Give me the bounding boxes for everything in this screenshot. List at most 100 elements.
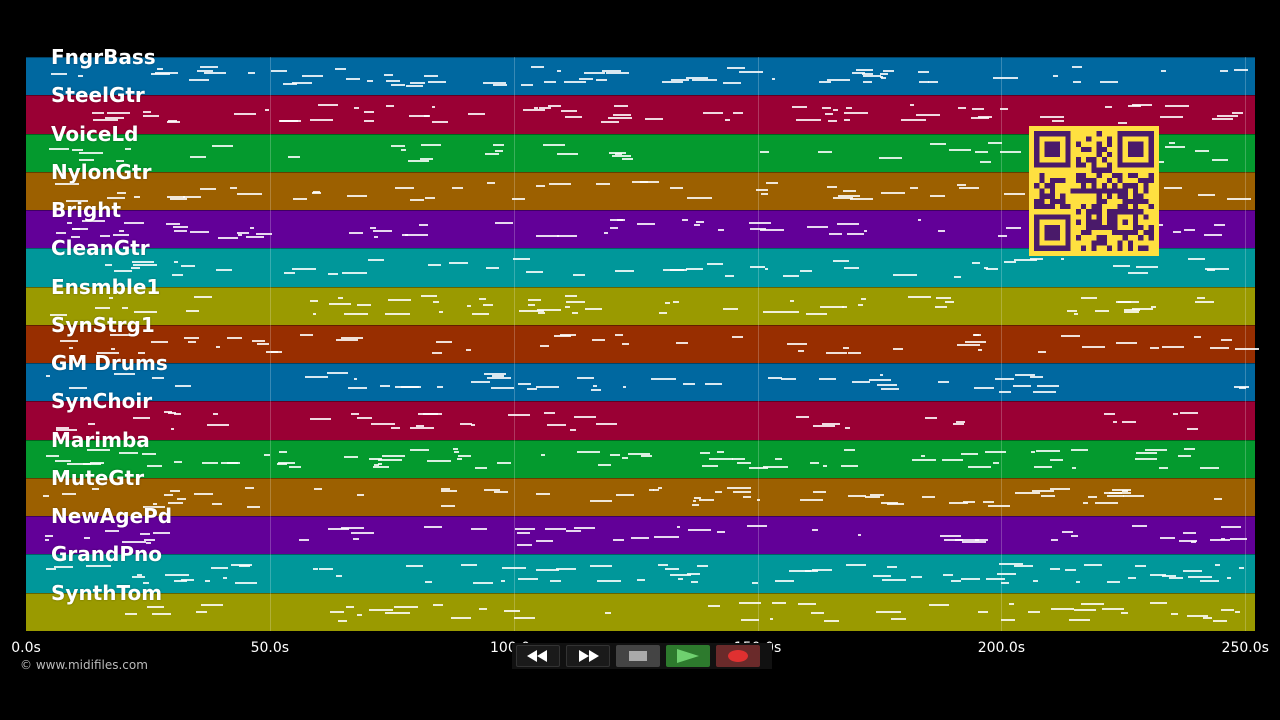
note-mark bbox=[372, 230, 393, 233]
note-mark bbox=[384, 73, 394, 76]
note-mark bbox=[467, 305, 471, 308]
note-mark bbox=[985, 578, 1006, 581]
note-mark bbox=[799, 269, 813, 272]
note-mark bbox=[975, 150, 989, 153]
note-mark bbox=[335, 67, 346, 70]
note-mark bbox=[1036, 385, 1060, 388]
note-mark bbox=[1134, 565, 1146, 568]
note-mark bbox=[170, 427, 174, 430]
note-mark bbox=[465, 349, 472, 352]
note-mark bbox=[1183, 531, 1197, 534]
stop-button[interactable] bbox=[616, 645, 660, 667]
note-mark bbox=[939, 535, 962, 538]
note-mark bbox=[700, 451, 711, 454]
note-mark bbox=[166, 121, 181, 124]
note-mark bbox=[485, 153, 499, 156]
note-mark bbox=[731, 335, 744, 338]
note-mark bbox=[805, 570, 818, 573]
note-mark bbox=[288, 155, 300, 158]
note-mark bbox=[46, 455, 59, 458]
note-mark bbox=[1221, 338, 1233, 341]
track-label: SynthTom bbox=[51, 580, 163, 605]
note-mark bbox=[539, 345, 550, 348]
note-mark bbox=[723, 82, 741, 85]
note-mark bbox=[961, 453, 979, 456]
note-mark bbox=[827, 78, 851, 81]
note-mark bbox=[309, 299, 318, 302]
note-mark bbox=[790, 299, 794, 302]
note-mark bbox=[491, 386, 514, 389]
note-mark bbox=[89, 462, 104, 465]
note-mark bbox=[737, 462, 752, 465]
note-mark bbox=[459, 422, 472, 425]
track-label: Bright bbox=[51, 198, 122, 223]
note-mark bbox=[92, 111, 105, 114]
note-mark bbox=[704, 382, 723, 385]
note-mark bbox=[514, 528, 535, 531]
note-mark bbox=[1158, 466, 1169, 469]
note-mark bbox=[344, 313, 369, 316]
note-mark bbox=[350, 413, 359, 416]
note-mark bbox=[956, 183, 967, 186]
record-button[interactable] bbox=[716, 645, 760, 667]
note-mark bbox=[186, 309, 199, 312]
note-mark bbox=[312, 192, 322, 195]
play-button[interactable] bbox=[666, 645, 710, 667]
note-mark bbox=[104, 529, 119, 532]
note-mark bbox=[869, 378, 891, 381]
note-mark bbox=[1200, 466, 1220, 469]
note-mark bbox=[651, 378, 676, 381]
note-mark bbox=[72, 228, 88, 231]
note-mark bbox=[1049, 458, 1063, 461]
note-mark bbox=[826, 186, 838, 189]
note-mark bbox=[479, 607, 488, 610]
note-mark bbox=[212, 145, 234, 148]
note-mark bbox=[487, 376, 511, 379]
track-label: GrandPno bbox=[51, 542, 162, 567]
note-mark bbox=[1234, 347, 1260, 350]
note-mark bbox=[749, 221, 772, 224]
note-mark bbox=[557, 235, 577, 237]
note-mark bbox=[1003, 260, 1016, 263]
note-mark bbox=[310, 418, 331, 421]
note-mark bbox=[496, 461, 511, 464]
note-mark bbox=[858, 304, 863, 307]
note-mark bbox=[1220, 70, 1229, 73]
note-mark bbox=[390, 426, 401, 429]
note-mark bbox=[137, 573, 143, 576]
note-mark bbox=[381, 454, 406, 457]
note-mark bbox=[693, 223, 701, 226]
note-mark bbox=[703, 112, 724, 114]
note-mark bbox=[153, 532, 171, 535]
note-mark bbox=[211, 567, 229, 570]
note-mark bbox=[353, 537, 359, 540]
fast-forward-button[interactable] bbox=[566, 645, 610, 667]
note-mark bbox=[1051, 538, 1058, 541]
note-mark bbox=[844, 119, 850, 122]
note-mark bbox=[483, 489, 501, 492]
note-mark bbox=[212, 502, 223, 505]
note-mark bbox=[549, 182, 571, 185]
note-mark bbox=[1001, 619, 1015, 622]
note-mark bbox=[368, 608, 393, 611]
note-mark bbox=[695, 220, 704, 223]
note-mark bbox=[1127, 104, 1141, 107]
note-mark bbox=[431, 105, 435, 108]
rewind-button[interactable] bbox=[516, 645, 560, 667]
note-mark bbox=[147, 606, 165, 609]
note-mark bbox=[406, 565, 423, 568]
note-mark bbox=[1233, 385, 1250, 388]
note-mark bbox=[503, 609, 520, 612]
note-mark bbox=[663, 268, 685, 271]
note-mark bbox=[431, 121, 449, 124]
note-mark bbox=[971, 262, 981, 265]
note-mark bbox=[495, 222, 513, 225]
transport-controls bbox=[512, 643, 772, 669]
note-mark bbox=[1124, 310, 1139, 313]
note-mark bbox=[221, 461, 241, 464]
note-mark bbox=[697, 564, 708, 567]
note-mark bbox=[61, 492, 76, 495]
note-mark bbox=[557, 70, 561, 73]
note-mark bbox=[1027, 610, 1041, 613]
note-mark bbox=[662, 80, 684, 83]
